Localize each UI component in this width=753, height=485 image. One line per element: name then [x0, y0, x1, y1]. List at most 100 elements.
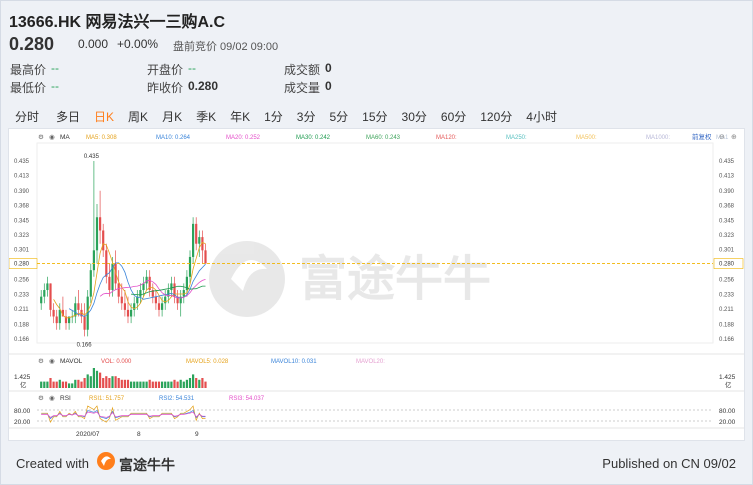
rsi-tick-20-left: 20.00	[14, 419, 31, 426]
stat-volume-label: 成交量	[284, 81, 321, 95]
y-tick-left: 0.166	[14, 337, 30, 343]
volume-bar	[145, 381, 148, 388]
stat-open-value: --	[188, 61, 196, 75]
rsi-hide-icon[interactable]: ◉	[49, 395, 55, 402]
y-tick-left: 0.435	[14, 159, 30, 165]
indicator-value: MA10: 0.264	[156, 135, 191, 141]
volume-bar	[108, 378, 111, 388]
tab-3min[interactable]: 3分	[297, 104, 316, 128]
volume-bar	[157, 381, 161, 388]
zoom-out-icon[interactable]: ⊖	[719, 134, 725, 141]
candle-body	[108, 276, 111, 291]
zoom-in-icon[interactable]: ⊕	[731, 134, 737, 141]
vol-indicator-label[interactable]: MAVOL	[60, 358, 83, 365]
tab-daily-k[interactable]: 日K	[94, 104, 114, 128]
period-tabs: 分时 多日 日K 周K 月K 季K 年K 1分 3分 5分 15分 30分 60…	[8, 104, 557, 128]
stat-turnover-label: 成交额	[284, 63, 321, 77]
rsi-indicator-label[interactable]: RSI	[60, 395, 71, 402]
tab-4hour[interactable]: 4小时	[526, 104, 557, 128]
volume-bar	[167, 381, 170, 388]
candle-body	[92, 250, 95, 271]
indicator-value: RSI3: 54.037	[229, 396, 265, 402]
tab-monthly-k[interactable]: 月K	[162, 104, 182, 128]
candle-body	[99, 217, 102, 231]
volume-bar	[95, 370, 99, 388]
volume-bar	[46, 381, 49, 388]
ma-indicator-label[interactable]: MA	[60, 134, 70, 141]
y-tick-right: 0.256	[719, 277, 735, 283]
volume-bar	[71, 383, 74, 388]
tab-30min[interactable]: 30分	[402, 104, 427, 128]
volume-bar	[170, 381, 173, 388]
candle-body	[198, 237, 201, 244]
rsi-tick-80-left: 80.00	[14, 408, 31, 415]
volume-bar	[120, 379, 123, 388]
candle-body	[117, 283, 120, 297]
ma-indicator-row: ⚙ ◉ MA MA5: 0.308 MA10: 0.264 MA20: 0.252 M…	[38, 132, 737, 141]
volume-bar	[114, 376, 117, 388]
tab-multi-day[interactable]: 多日	[56, 104, 80, 128]
tab-60min[interactable]: 60分	[441, 104, 466, 128]
rsi-tick-20-right: 20.00	[719, 419, 736, 426]
indicator-value: VOL: 0.000	[101, 359, 132, 365]
tab-1min[interactable]: 1分	[264, 104, 283, 128]
tab-quarterly-k[interactable]: 季K	[196, 104, 216, 128]
indicator-value: MA60: 0.243	[366, 135, 401, 141]
candle-body	[188, 256, 192, 277]
indicator-value: MA5: 0.308	[86, 135, 117, 141]
stock-title: 13666.HK 网易法兴一三购A.C	[9, 14, 226, 31]
y-tick-left: 0.211	[14, 307, 29, 313]
indicator-value: RSI1: 51.757	[89, 396, 125, 402]
volume-bar	[173, 379, 176, 388]
volume-bar	[61, 381, 64, 388]
indicator-value: MA20: 0.252	[226, 135, 261, 141]
rsi-settings-icon[interactable]: ⚙	[38, 395, 44, 402]
tab-yearly-k[interactable]: 年K	[230, 104, 250, 128]
candle-body	[195, 223, 198, 244]
y-tick-right: 0.390	[719, 189, 735, 195]
candle-body	[157, 303, 161, 310]
candle-body	[89, 270, 92, 297]
settings-icon[interactable]: ⚙	[38, 134, 44, 141]
y-tick-left: 0.256	[14, 277, 30, 283]
candle-body	[161, 303, 164, 310]
y-tick-left: 0.233	[14, 293, 30, 299]
volume-bar	[40, 381, 43, 388]
vol-tick-left: 1.425	[14, 374, 31, 381]
tab-120min[interactable]: 120分	[480, 104, 512, 128]
volume-bar	[105, 376, 108, 388]
tab-5min[interactable]: 5分	[329, 104, 348, 128]
vol-tick-right: 1.425	[719, 374, 736, 381]
candle-body	[123, 303, 126, 310]
tab-15min[interactable]: 15分	[362, 104, 387, 128]
tab-weekly-k[interactable]: 周K	[128, 104, 148, 128]
volume-bar	[133, 381, 136, 388]
stat-volume-value: 0	[325, 79, 332, 93]
indicator-value: MA120:	[436, 135, 457, 141]
candle-body	[49, 283, 52, 310]
adjust-label[interactable]: 前复权	[692, 132, 712, 141]
tab-intraday[interactable]: 分时	[15, 104, 39, 128]
y-tick-right: 0.301	[719, 248, 735, 254]
candle-body	[126, 309, 130, 317]
last-price: 0.280	[9, 34, 55, 54]
volume-bar	[161, 381, 164, 388]
indicator-value: MA500:	[576, 135, 597, 141]
y-tick-right: 0.368	[719, 203, 735, 209]
candle-body	[46, 283, 49, 291]
y-tick-left: 0.301	[14, 248, 30, 254]
y-tick-right: 0.435	[719, 159, 735, 165]
volume-bar	[111, 376, 114, 388]
volume-bar	[182, 381, 185, 388]
vol-hide-icon[interactable]: ◉	[49, 358, 55, 365]
high-marker-label: 0.435	[84, 154, 100, 160]
kline-chart[interactable]: ⚙ ◉ MA MA5: 0.308 MA10: 0.264 MA20: 0.252 M…	[8, 128, 745, 441]
x-label-jul: 2020/07	[76, 431, 100, 438]
vol-settings-icon[interactable]: ⚙	[38, 358, 44, 365]
stat-open-label: 开盘价	[147, 63, 184, 77]
volume-bar	[99, 372, 102, 388]
y-tick-right: 0.413	[719, 174, 735, 180]
volume-bar	[198, 379, 201, 388]
candle-body	[58, 309, 61, 324]
hide-icon[interactable]: ◉	[49, 134, 55, 141]
